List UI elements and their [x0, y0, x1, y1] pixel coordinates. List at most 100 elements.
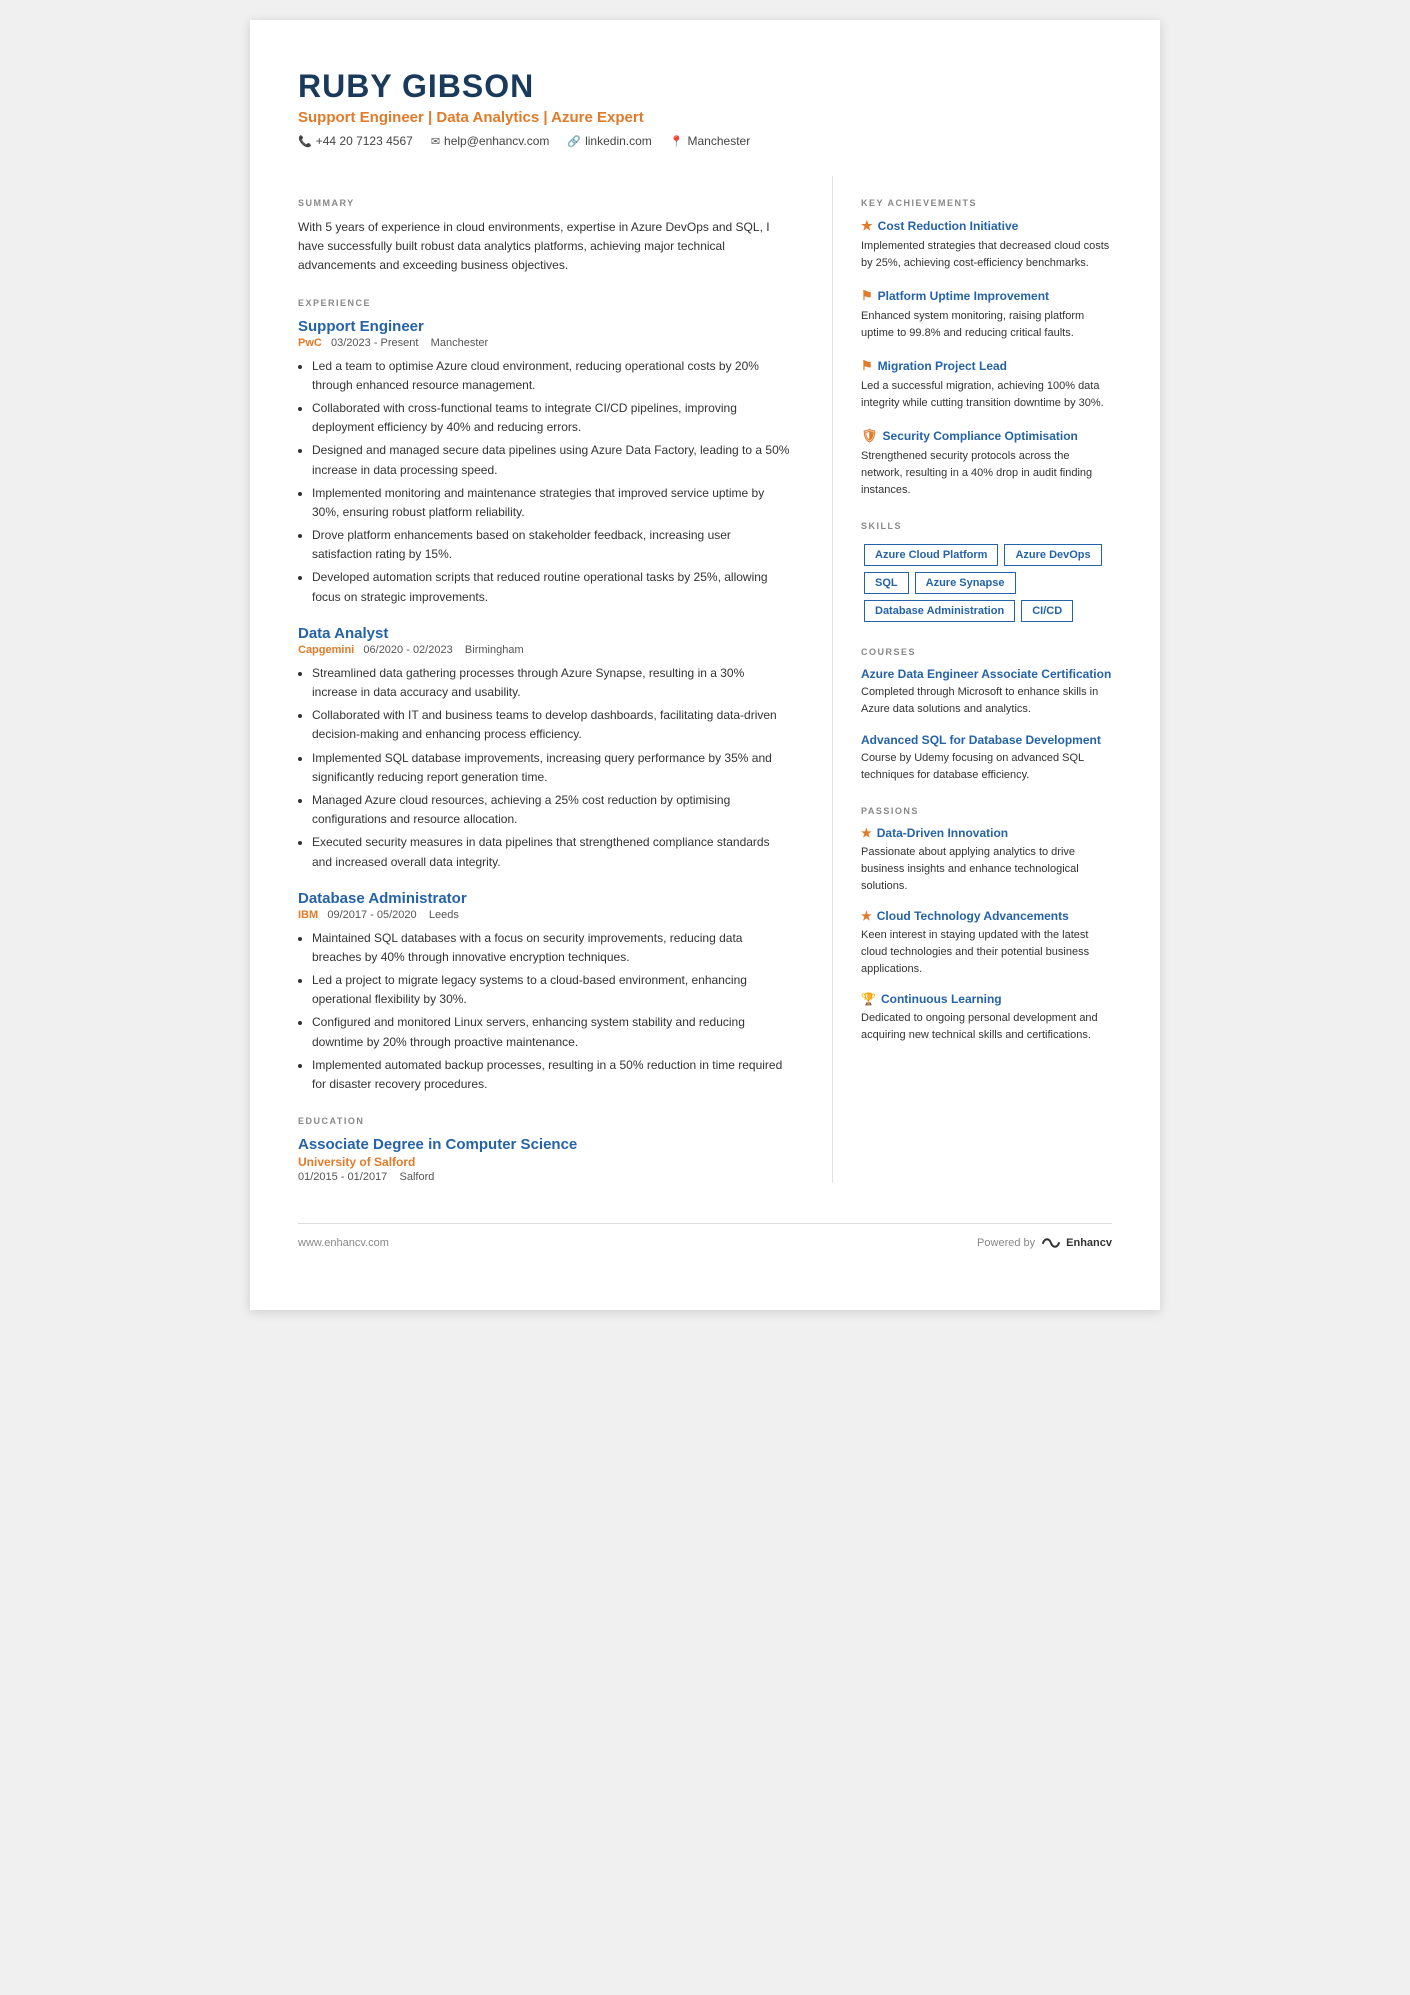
edu-degree: Associate Degree in Computer Science	[298, 1136, 792, 1153]
list-item: Developed automation scripts that reduce…	[312, 568, 792, 606]
flag-icon-2: ⚑	[861, 358, 873, 374]
job-1-title: Support Engineer	[298, 318, 792, 335]
job-1: Support Engineer PwC 03/2023 - Present M…	[298, 318, 792, 607]
star-icon: ★	[861, 218, 873, 234]
skills-grid: Azure Cloud Platform Azure DevOps SQL Az…	[861, 541, 1112, 625]
location-icon: 📍	[670, 135, 684, 148]
job-3: Database Administrator IBM 09/2017 - 05/…	[298, 890, 792, 1095]
list-item: Implemented SQL database improvements, i…	[312, 749, 792, 787]
achievement-4: 🛡 Security Compliance Optimisation Stren…	[861, 428, 1112, 499]
list-item: Maintained SQL databases with a focus on…	[312, 929, 792, 967]
summary-label: SUMMARY	[298, 198, 792, 208]
job-1-meta: PwC 03/2023 - Present Manchester	[298, 337, 792, 349]
shield-icon: 🛡	[861, 428, 878, 444]
header: RUBY GIBSON Support Engineer | Data Anal…	[298, 68, 1112, 148]
location-value: Manchester	[688, 134, 751, 148]
job-3-company: IBM	[298, 909, 318, 921]
job-2: Data Analyst Capgemini 06/2020 - 02/2023…	[298, 625, 792, 872]
footer-powered: Powered by Enhancv	[977, 1236, 1112, 1250]
linkedin-value: linkedin.com	[585, 134, 652, 148]
brand-name: Enhancv	[1066, 1237, 1112, 1249]
trophy-icon: 🏆	[861, 992, 876, 1006]
enhancv-logo: Enhancv	[1041, 1236, 1112, 1250]
contact-line: 📞 +44 20 7123 4567 ✉ help@enhancv.com 🔗 …	[298, 134, 1112, 148]
skill-azure-devops: Azure DevOps	[1004, 544, 1101, 566]
list-item: Managed Azure cloud resources, achieving…	[312, 791, 792, 829]
skill-cicd: CI/CD	[1021, 600, 1073, 622]
job-1-company: PwC	[298, 337, 322, 349]
list-item: Implemented monitoring and maintenance s…	[312, 484, 792, 522]
list-item: Collaborated with IT and business teams …	[312, 706, 792, 744]
email-icon: ✉	[431, 135, 440, 148]
left-column: SUMMARY With 5 years of experience in cl…	[298, 176, 792, 1183]
linkedin-icon: 🔗	[567, 135, 581, 148]
passion-3: 🏆 Continuous Learning Dedicated to ongoi…	[861, 992, 1112, 1044]
passion-1-icon: ★	[861, 826, 872, 840]
job-3-bullets: Maintained SQL databases with a focus on…	[312, 929, 792, 1095]
edu-school: University of Salford	[298, 1155, 792, 1169]
powered-by-text: Powered by	[977, 1237, 1035, 1249]
passions-label: PASSIONS	[861, 806, 1112, 816]
achievement-4-text: Strengthened security protocols across t…	[861, 448, 1112, 499]
passion-1-text: Passionate about applying analytics to d…	[861, 844, 1112, 895]
list-item: Drove platform enhancements based on sta…	[312, 526, 792, 564]
location-item: 📍 Manchester	[670, 134, 750, 148]
course-1-text: Completed through Microsoft to enhance s…	[861, 684, 1112, 718]
email-item: ✉ help@enhancv.com	[431, 134, 550, 148]
job-2-title: Data Analyst	[298, 625, 792, 642]
course-2-text: Course by Udemy focusing on advanced SQL…	[861, 750, 1112, 784]
passion-2: ★ Cloud Technology Advancements Keen int…	[861, 909, 1112, 978]
course-1-title: Azure Data Engineer Associate Certificat…	[861, 667, 1112, 681]
enhancv-logo-svg	[1041, 1236, 1063, 1250]
phone-icon: 📞	[298, 135, 312, 148]
courses-section: COURSES Azure Data Engineer Associate Ce…	[861, 647, 1112, 783]
skill-sql: SQL	[864, 572, 909, 594]
job-2-company: Capgemini	[298, 644, 354, 656]
job-2-meta: Capgemini 06/2020 - 02/2023 Birmingham	[298, 644, 792, 656]
linkedin-item: 🔗 linkedin.com	[567, 134, 651, 148]
skill-azure-cloud: Azure Cloud Platform	[864, 544, 998, 566]
achievement-3-text: Led a successful migration, achieving 10…	[861, 378, 1112, 412]
resume-layout: SUMMARY With 5 years of experience in cl…	[298, 176, 1112, 1183]
phone-item: 📞 +44 20 7123 4567	[298, 134, 413, 148]
course-2: Advanced SQL for Database Development Co…	[861, 733, 1112, 784]
course-2-title: Advanced SQL for Database Development	[861, 733, 1112, 747]
job-1-bullets: Led a team to optimise Azure cloud envir…	[312, 357, 792, 607]
passion-3-text: Dedicated to ongoing personal developmen…	[861, 1010, 1112, 1044]
course-1: Azure Data Engineer Associate Certificat…	[861, 667, 1112, 718]
edu-item-1: Associate Degree in Computer Science Uni…	[298, 1136, 792, 1183]
job-2-bullets: Streamlined data gathering processes thr…	[312, 664, 792, 872]
achievement-2-text: Enhanced system monitoring, raising plat…	[861, 308, 1112, 342]
passions-section: PASSIONS ★ Data-Driven Innovation Passio…	[861, 806, 1112, 1044]
phone-value: +44 20 7123 4567	[316, 134, 413, 148]
achievement-2-title: ⚑ Platform Uptime Improvement	[861, 288, 1112, 304]
experience-section: EXPERIENCE Support Engineer PwC 03/2023 …	[298, 298, 792, 1095]
experience-label: EXPERIENCE	[298, 298, 792, 308]
list-item: Executed security measures in data pipel…	[312, 833, 792, 871]
list-item: Led a team to optimise Azure cloud envir…	[312, 357, 792, 395]
passion-2-icon: ★	[861, 909, 872, 923]
passion-3-title: 🏆 Continuous Learning	[861, 992, 1112, 1006]
right-column: KEY ACHIEVEMENTS ★ Cost Reduction Initia…	[832, 176, 1112, 1183]
achievement-4-title: 🛡 Security Compliance Optimisation	[861, 428, 1112, 444]
list-item: Collaborated with cross-functional teams…	[312, 399, 792, 437]
passion-2-title: ★ Cloud Technology Advancements	[861, 909, 1112, 923]
job-3-title: Database Administrator	[298, 890, 792, 907]
summary-text: With 5 years of experience in cloud envi…	[298, 218, 792, 276]
footer-url: www.enhancv.com	[298, 1237, 389, 1249]
summary-section: SUMMARY With 5 years of experience in cl…	[298, 198, 792, 276]
list-item: Implemented automated backup processes, …	[312, 1056, 792, 1094]
education-section: EDUCATION Associate Degree in Computer S…	[298, 1116, 792, 1183]
passion-1-title: ★ Data-Driven Innovation	[861, 826, 1112, 840]
achievement-1-text: Implemented strategies that decreased cl…	[861, 238, 1112, 272]
passion-1: ★ Data-Driven Innovation Passionate abou…	[861, 826, 1112, 895]
list-item: Streamlined data gathering processes thr…	[312, 664, 792, 702]
skill-azure-synapse: Azure Synapse	[915, 572, 1016, 594]
achievement-3-title: ⚑ Migration Project Lead	[861, 358, 1112, 374]
education-label: EDUCATION	[298, 1116, 792, 1126]
edu-meta: 01/2015 - 01/2017 Salford	[298, 1171, 792, 1183]
list-item: Led a project to migrate legacy systems …	[312, 971, 792, 1009]
email-value: help@enhancv.com	[444, 134, 549, 148]
achievement-2: ⚑ Platform Uptime Improvement Enhanced s…	[861, 288, 1112, 342]
achievements-section: KEY ACHIEVEMENTS ★ Cost Reduction Initia…	[861, 198, 1112, 499]
